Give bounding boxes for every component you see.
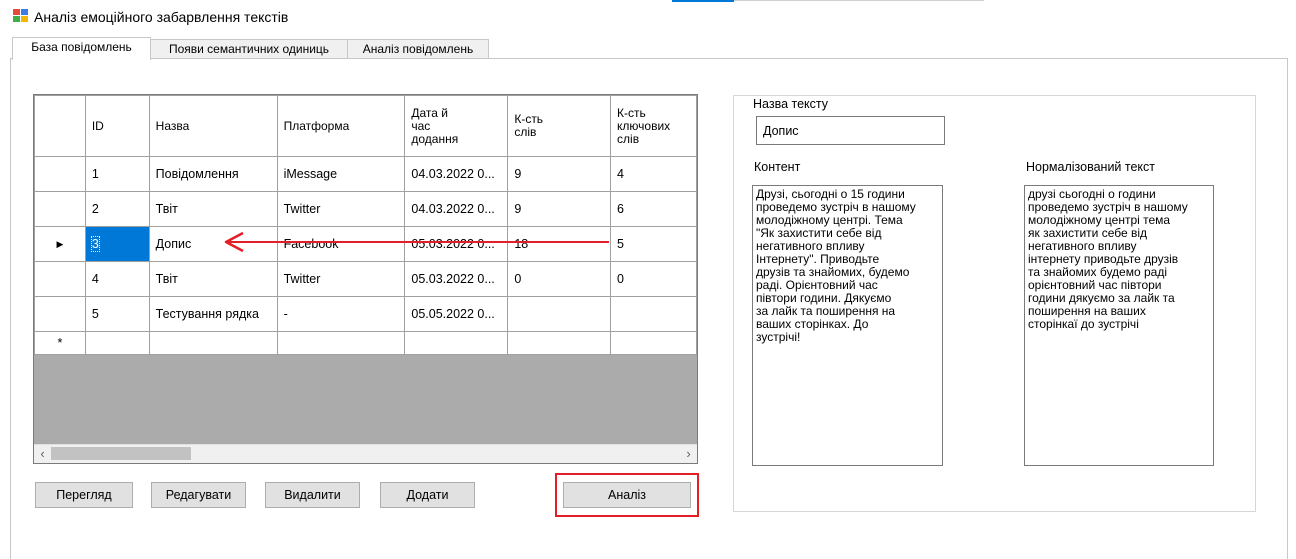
window-titlebar: Аналіз емоційного забарвлення текстів bbox=[0, 0, 1296, 34]
cell-platform[interactable]: Facebook bbox=[276, 226, 406, 262]
row-header-corner bbox=[34, 95, 86, 157]
scroll-right-icon[interactable]: › bbox=[680, 445, 697, 463]
cell-date-new[interactable] bbox=[404, 331, 509, 355]
cell-date[interactable]: 04.03.2022 0... bbox=[404, 191, 509, 227]
cell-word-count[interactable]: 9 bbox=[507, 191, 612, 227]
delete-button[interactable]: Видалити bbox=[265, 482, 360, 508]
cell-keyword-count[interactable] bbox=[610, 296, 697, 332]
messages-grid[interactable]: ID Назва Платформа Дата й час додання К-… bbox=[33, 94, 698, 464]
cell-name[interactable]: Допис bbox=[148, 226, 278, 262]
cell-word-count[interactable]: 9 bbox=[507, 156, 612, 192]
row-header[interactable] bbox=[34, 156, 86, 192]
cell-id[interactable]: 2 bbox=[84, 191, 150, 227]
column-header-name[interactable]: Назва bbox=[148, 95, 278, 157]
table-row-selected[interactable]: ▶ 3 Допис Facebook 05.03.2022 0... 18 5 bbox=[34, 226, 697, 262]
table-row[interactable]: 1 Повідомлення iMessage 04.03.2022 0... … bbox=[34, 156, 697, 192]
cell-id[interactable]: 4 bbox=[84, 261, 150, 297]
window-title: Аналіз емоційного забарвлення текстів bbox=[34, 9, 289, 25]
row-header[interactable] bbox=[34, 261, 86, 297]
content-label: Контент bbox=[754, 160, 801, 174]
new-row-header[interactable]: * bbox=[34, 331, 86, 355]
tab-messages-base[interactable]: База повідомлень bbox=[12, 37, 151, 60]
column-header-id[interactable]: ID bbox=[84, 95, 150, 157]
row-header[interactable] bbox=[34, 296, 86, 332]
messages-table: ID Назва Платформа Дата й час додання К-… bbox=[34, 95, 697, 355]
cell-keyword-count-new[interactable] bbox=[610, 331, 697, 355]
table-row[interactable]: 4 Твіт Twitter 05.03.2022 0... 0 0 bbox=[34, 261, 697, 297]
cell-id[interactable]: 5 bbox=[84, 296, 150, 332]
cell-date[interactable]: 05.03.2022 0... bbox=[404, 226, 509, 262]
tab-semantic-units[interactable]: Появи семантичних одиниць bbox=[150, 39, 348, 59]
cell-word-count[interactable] bbox=[507, 296, 612, 332]
scrollbar-thumb[interactable] bbox=[51, 447, 191, 460]
cell-platform[interactable]: Twitter bbox=[276, 191, 406, 227]
cell-platform-new[interactable] bbox=[276, 331, 406, 355]
top-divider-line bbox=[734, 0, 984, 1]
cell-name[interactable]: Твіт bbox=[148, 261, 278, 297]
cell-date[interactable]: 05.03.2022 0... bbox=[404, 261, 509, 297]
text-name-input[interactable] bbox=[756, 116, 945, 145]
column-header-date[interactable]: Дата й час додання bbox=[404, 95, 509, 157]
cell-word-count-new[interactable] bbox=[507, 331, 612, 355]
column-header-word-count[interactable]: К-сть слів bbox=[507, 95, 612, 157]
content-textarea[interactable]: Друзі, сьогодні о 15 години проведемо зу… bbox=[752, 185, 943, 466]
normalized-textarea[interactable]: друзі сьогодні о години проведемо зустрі… bbox=[1024, 185, 1214, 466]
app-icon bbox=[13, 9, 29, 23]
table-row[interactable]: 5 Тестування рядка - 05.05.2022 0... bbox=[34, 296, 697, 332]
row-header[interactable] bbox=[34, 191, 86, 227]
edit-button[interactable]: Редагувати bbox=[151, 482, 246, 508]
cell-platform[interactable]: Twitter bbox=[276, 261, 406, 297]
horizontal-scrollbar[interactable]: ‹ › bbox=[34, 444, 697, 463]
column-header-platform[interactable]: Платформа bbox=[276, 95, 406, 157]
cell-id[interactable]: 1 bbox=[84, 156, 150, 192]
table-header-row: ID Назва Платформа Дата й час додання К-… bbox=[34, 95, 697, 157]
cell-name[interactable]: Твіт bbox=[148, 191, 278, 227]
column-header-keyword-count[interactable]: К-сть ключових слів bbox=[610, 95, 697, 157]
cell-keyword-count[interactable]: 4 bbox=[610, 156, 697, 192]
scroll-left-icon[interactable]: ‹ bbox=[34, 445, 51, 463]
text-name-label: Назва тексту bbox=[753, 97, 829, 111]
cell-word-count[interactable]: 0 bbox=[507, 261, 612, 297]
cell-keyword-count[interactable]: 0 bbox=[610, 261, 697, 297]
cell-name[interactable]: Повідомлення bbox=[148, 156, 278, 192]
cell-keyword-count[interactable]: 5 bbox=[610, 226, 697, 262]
top-accent-line bbox=[672, 0, 734, 2]
cell-name-new[interactable] bbox=[148, 331, 278, 355]
cell-platform[interactable]: - bbox=[276, 296, 406, 332]
cell-date[interactable]: 04.03.2022 0... bbox=[404, 156, 509, 192]
analyze-highlight-box bbox=[555, 473, 699, 517]
cell-id-selected[interactable]: 3 bbox=[84, 226, 150, 262]
cell-word-count[interactable]: 18 bbox=[507, 226, 612, 262]
cell-platform[interactable]: iMessage bbox=[276, 156, 406, 192]
normalized-text-label: Нормалізований текст bbox=[1026, 160, 1156, 174]
tab-message-analysis[interactable]: Аналіз повідомлень bbox=[347, 39, 489, 59]
table-row[interactable]: 2 Твіт Twitter 04.03.2022 0... 9 6 bbox=[34, 191, 697, 227]
cell-name[interactable]: Тестування рядка bbox=[148, 296, 278, 332]
view-button[interactable]: Перегляд bbox=[35, 482, 133, 508]
add-button[interactable]: Додати bbox=[380, 482, 475, 508]
row-header-current[interactable]: ▶ bbox=[34, 226, 86, 262]
cell-keyword-count[interactable]: 6 bbox=[610, 191, 697, 227]
table-new-row[interactable]: * bbox=[34, 331, 697, 355]
cell-id-new[interactable] bbox=[84, 331, 150, 355]
cell-date[interactable]: 05.05.2022 0... bbox=[404, 296, 509, 332]
